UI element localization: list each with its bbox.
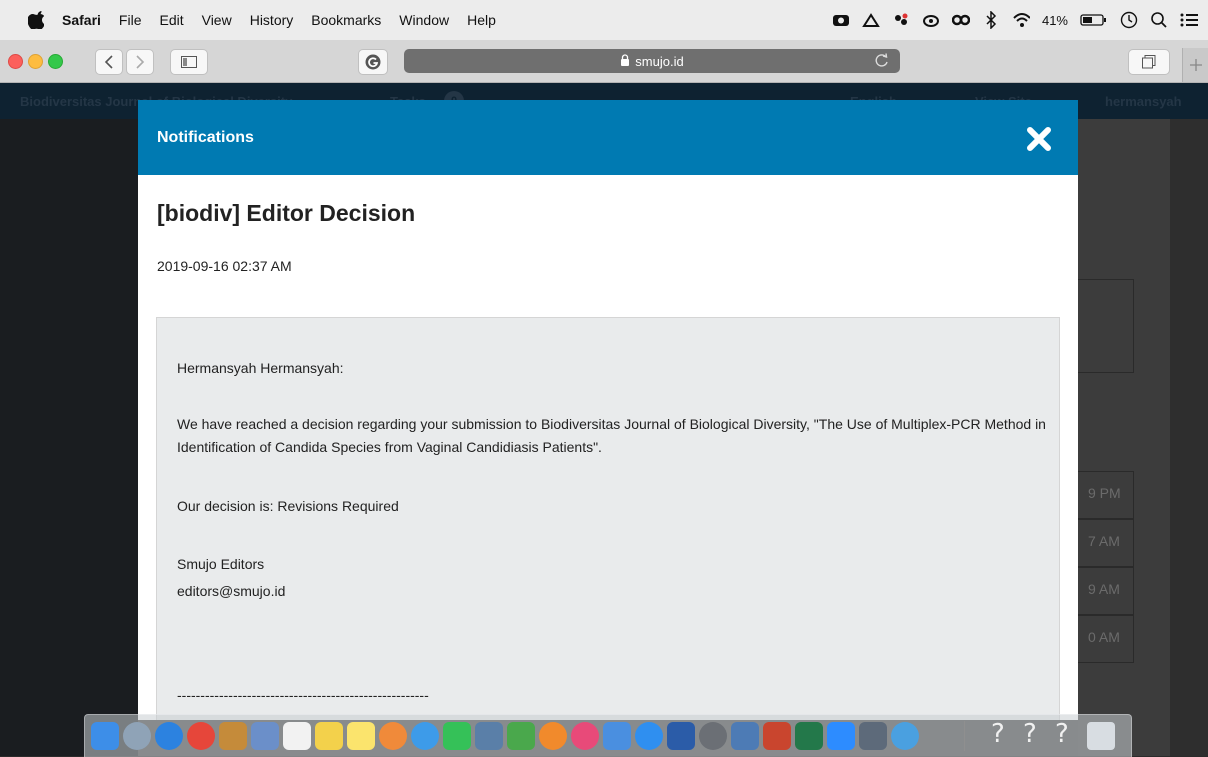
ojs-sidebar [0, 119, 138, 756]
calendar-icon[interactable] [283, 722, 311, 750]
reminders-icon[interactable] [315, 722, 343, 750]
facetime-icon[interactable] [443, 722, 471, 750]
page-scroll-area [1170, 119, 1208, 756]
signature-name: Smujo Editors [177, 556, 265, 572]
row-time-2: 7 AM [1088, 533, 1120, 549]
creative-cloud-icon[interactable] [922, 11, 940, 29]
preview-icon[interactable] [251, 722, 279, 750]
chevron-right-icon [136, 55, 145, 69]
numbers-icon[interactable] [507, 722, 535, 750]
contacts-icon[interactable] [219, 722, 247, 750]
camera-icon[interactable] [832, 11, 850, 29]
safari-toolbar: smujo.id [0, 40, 1208, 83]
unknown-app-icon[interactable]: ? [991, 719, 1005, 749]
photos-icon[interactable] [379, 722, 407, 750]
sidebar-button[interactable] [170, 49, 208, 75]
back-button[interactable] [95, 49, 123, 75]
image-capture-icon[interactable] [731, 722, 759, 750]
sidebar-icon [181, 56, 197, 68]
keynote-icon[interactable] [603, 722, 631, 750]
dock: ? ? ? [84, 714, 1132, 757]
forward-button[interactable] [126, 49, 154, 75]
menu-bar: Safari File Edit View History Bookmarks … [0, 0, 1208, 40]
menu-history[interactable]: History [250, 12, 294, 28]
music-icon[interactable] [571, 722, 599, 750]
grammarly-button[interactable] [358, 49, 388, 75]
battery-icon[interactable] [1080, 11, 1108, 29]
finder-icon[interactable] [91, 722, 119, 750]
notification-app-icon[interactable] [892, 11, 910, 29]
chevron-left-icon [104, 55, 113, 69]
notification-modal: Notifications [biodiv] Editor Decision 2… [138, 100, 1078, 720]
greeting-text: Hermansyah Hermansyah: [177, 360, 344, 376]
launchpad-icon[interactable] [123, 722, 151, 750]
new-tab-button[interactable] [1182, 48, 1208, 82]
grammarly-icon [365, 54, 381, 70]
books-icon[interactable] [539, 722, 567, 750]
zoom-icon[interactable] [827, 722, 855, 750]
notes-icon[interactable] [347, 722, 375, 750]
lock-icon [620, 53, 630, 69]
unknown-app-icon[interactable]: ? [1055, 719, 1069, 749]
menu-edit[interactable]: Edit [159, 12, 183, 28]
row-time-3: 9 AM [1088, 581, 1120, 597]
globe-app-icon[interactable] [891, 722, 919, 750]
app-store-icon[interactable] [635, 722, 663, 750]
menu-bookmarks[interactable]: Bookmarks [311, 12, 381, 28]
modal-title: Notifications [157, 129, 254, 146]
decision-paragraph: We have reached a decision regarding you… [177, 416, 1046, 455]
powerpoint-icon[interactable] [763, 722, 791, 750]
chrome-icon[interactable] [187, 722, 215, 750]
notification-body: Hermansyah Hermansyah: We have reached a… [156, 317, 1060, 720]
decision-text: Our decision is: Revisions Required [177, 498, 399, 514]
notification-date: 2019-09-16 02:37 AM [157, 258, 292, 274]
clock-icon[interactable] [1120, 11, 1138, 29]
signature-email: editors@smujo.id [177, 583, 286, 599]
menu-window[interactable]: Window [399, 12, 449, 28]
reload-icon[interactable] [874, 53, 890, 69]
url-text: smujo.id [635, 53, 684, 69]
word-icon[interactable] [667, 722, 695, 750]
status-area: 41% [832, 0, 1198, 40]
window-zoom-button[interactable] [48, 54, 63, 69]
unknown-app-icon[interactable]: ? [1023, 719, 1037, 749]
user-menu[interactable]: hermansyah [1105, 94, 1182, 109]
separator-line: ----------------------------------------… [177, 687, 429, 703]
system-preferences-icon[interactable] [699, 722, 727, 750]
pages-icon[interactable] [475, 722, 503, 750]
wifi-icon[interactable] [1012, 11, 1030, 29]
menu-file[interactable]: File [119, 12, 142, 28]
infinity-icon[interactable] [951, 11, 970, 29]
window-close-button[interactable] [8, 54, 23, 69]
address-bar[interactable]: smujo.id [404, 49, 900, 73]
control-list-icon[interactable] [1180, 11, 1198, 29]
battery-percent: 41% [1041, 12, 1068, 28]
excel-icon[interactable] [795, 722, 823, 750]
menu-view[interactable]: View [202, 12, 232, 28]
dock-separator [964, 721, 965, 751]
screenshot-icon[interactable] [862, 11, 880, 29]
window-minimize-button[interactable] [28, 54, 43, 69]
trash-icon[interactable] [1087, 722, 1115, 750]
close-icon [1027, 127, 1051, 151]
row-time-1: 9 PM [1088, 485, 1121, 501]
modal-header: Notifications [138, 100, 1078, 175]
spotlight-search-icon[interactable] [1150, 11, 1168, 29]
notification-subject: [biodiv] Editor Decision [157, 200, 416, 226]
plus-icon [1190, 59, 1202, 71]
ojs-content: 9 PM 7 AM 9 AM 0 AM [1068, 119, 1170, 756]
messages-icon[interactable] [411, 722, 439, 750]
menu-help[interactable]: Help [467, 12, 496, 28]
app-icon[interactable] [859, 722, 887, 750]
close-button[interactable] [1024, 124, 1054, 154]
show-tabs-button[interactable] [1128, 49, 1170, 75]
safari-icon[interactable] [155, 722, 183, 750]
tabs-overview-icon [1142, 55, 1156, 69]
bluetooth-icon[interactable] [982, 11, 1000, 29]
apple-icon[interactable] [28, 10, 48, 30]
menu-safari[interactable]: Safari [62, 12, 101, 28]
row-time-4: 0 AM [1088, 629, 1120, 645]
